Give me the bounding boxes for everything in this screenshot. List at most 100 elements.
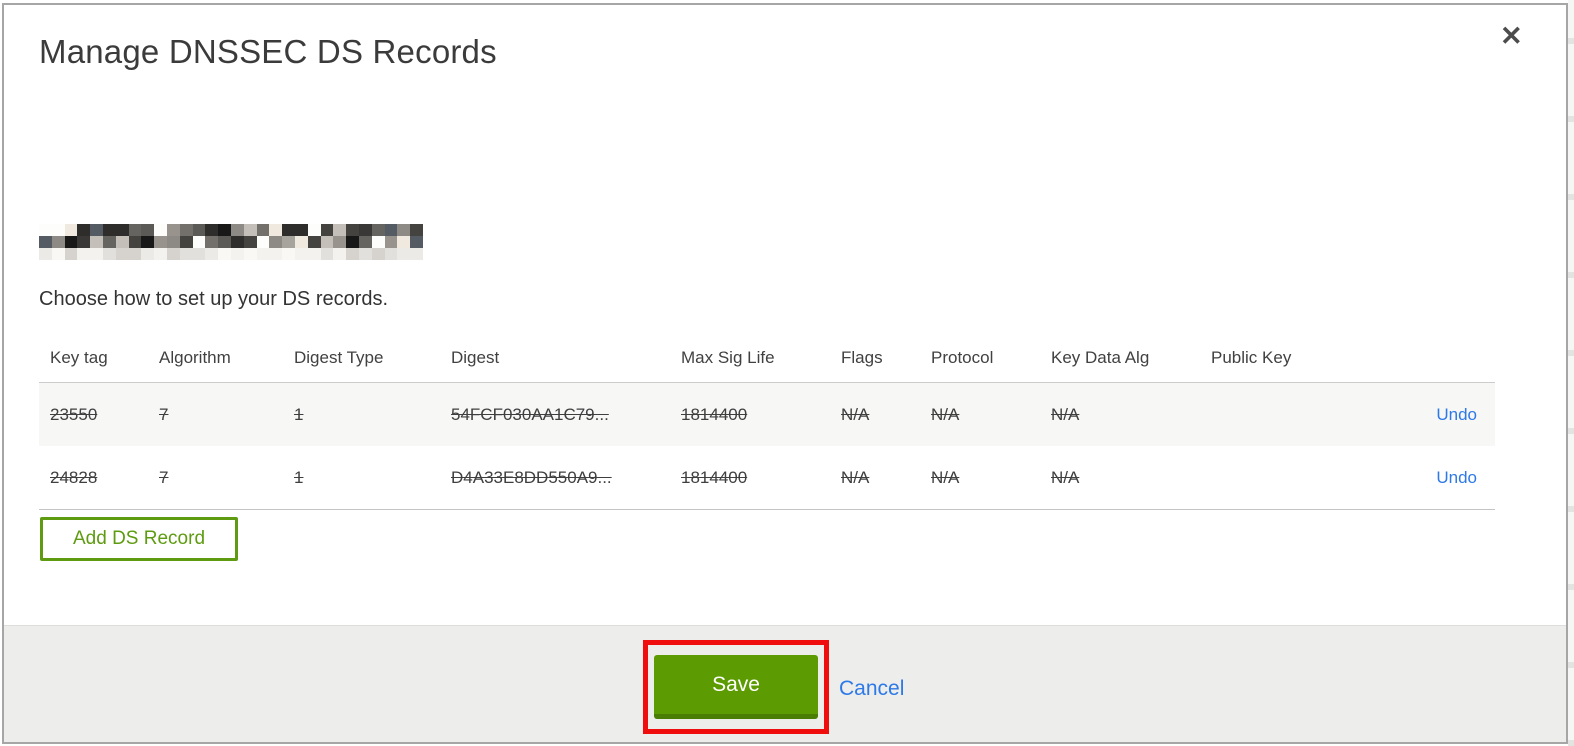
redaction-pixel [115, 248, 129, 260]
redaction-pixel [128, 224, 142, 236]
redaction-pixel [128, 236, 142, 248]
redaction-pixel [51, 236, 65, 248]
redaction-pixel [346, 224, 359, 236]
redaction-pixel [205, 248, 219, 260]
cell-protocol: N/A [931, 467, 960, 487]
redaction-pixel [167, 236, 180, 248]
redaction-pixel [154, 236, 167, 248]
redaction-pixel [141, 224, 155, 236]
redaction-pixel [141, 248, 155, 260]
cell-max-sig-life: 1814400 [681, 467, 748, 487]
redaction-pixel [192, 248, 206, 260]
redaction-pixel [295, 236, 308, 248]
cell-protocol: N/A [931, 404, 960, 424]
redaction-pixel [77, 224, 91, 236]
header-max-sig-life: Max Sig Life [681, 347, 775, 367]
redaction-pixel [371, 236, 385, 248]
save-highlight-annotation: Save [643, 640, 829, 734]
redaction-pixel [320, 224, 334, 236]
redaction-pixel [77, 236, 91, 248]
header-key-data-alg: Key Data Alg [1051, 347, 1150, 367]
redaction-pixel [77, 248, 91, 260]
header-public-key: Public Key [1211, 347, 1292, 367]
redaction-pixel [231, 236, 244, 248]
redaction-pixel [64, 248, 78, 260]
header-flags: Flags [841, 347, 883, 367]
redaction-pixel [320, 248, 334, 260]
cancel-link[interactable]: Cancel [839, 677, 904, 701]
cell-flags: N/A [841, 404, 870, 424]
cell-algorithm: 7 [159, 467, 169, 487]
redaction-pixel [218, 224, 231, 236]
redaction-pixel [307, 224, 321, 236]
cell-max-sig-life: 1814400 [681, 404, 748, 424]
redaction-pixel [282, 248, 295, 260]
redaction-pixel [103, 248, 116, 260]
redaction-pixel [90, 236, 103, 248]
redaction-pixel [51, 224, 65, 236]
redaction-pixel [90, 248, 103, 260]
redaction-pixel [231, 224, 244, 236]
redaction-pixel [371, 224, 385, 236]
redaction-pixel [205, 224, 219, 236]
close-icon[interactable]: ✕ [1500, 23, 1523, 50]
cell-key-data-alg: N/A [1051, 467, 1080, 487]
header-algorithm: Algorithm [159, 347, 231, 367]
redaction-pixel [295, 224, 308, 236]
modal-footer: Save Cancel [4, 625, 1566, 742]
cell-flags: N/A [841, 467, 870, 487]
redaction-pixel [295, 248, 308, 260]
redaction-pixel [397, 248, 411, 260]
redaction-pixel [397, 224, 411, 236]
redaction-pixel [359, 224, 372, 236]
ds-records-table: Key tag Algorithm Digest Type Digest Max… [39, 333, 1495, 510]
table-row: 24828 7 1 D4A33E8DD550A9... 1814400 N/A … [39, 446, 1495, 510]
redaction-pixel [282, 236, 295, 248]
redaction-pixel [64, 236, 78, 248]
redaction-pixel [167, 248, 180, 260]
redaction-pixel [333, 224, 347, 236]
background-page-sliver [1568, 0, 1574, 746]
redaction-pixel [243, 248, 257, 260]
cell-algorithm: 7 [159, 404, 169, 424]
redaction-pixel [256, 248, 270, 260]
redaction-pixel [307, 236, 321, 248]
redaction-pixel [90, 224, 103, 236]
redaction-pixel [103, 236, 116, 248]
redaction-pixel [333, 236, 347, 248]
cell-key-data-alg: N/A [1051, 404, 1080, 424]
redaction-pixel [179, 236, 193, 248]
table-header-row: Key tag Algorithm Digest Type Digest Max… [39, 333, 1495, 382]
undo-link[interactable]: Undo [1436, 405, 1477, 424]
redaction-pixel [307, 248, 321, 260]
cell-key-tag: 23550 [50, 404, 98, 424]
undo-link[interactable]: Undo [1436, 468, 1477, 487]
redaction-pixel [320, 236, 334, 248]
domain-name-redacted [39, 224, 423, 260]
redaction-pixel [39, 236, 52, 248]
redaction-pixel [243, 224, 257, 236]
redaction-pixel [218, 248, 231, 260]
add-ds-record-button[interactable]: Add DS Record [40, 517, 239, 561]
redaction-pixel [179, 224, 193, 236]
manage-dnssec-ds-records-dialog: Manage DNSSEC DS Records ✕ Choose how to… [2, 3, 1568, 744]
redaction-pixel [167, 224, 180, 236]
redaction-pixel [346, 236, 359, 248]
redaction-pixel [384, 248, 398, 260]
save-button[interactable]: Save [654, 655, 818, 719]
header-protocol: Protocol [931, 347, 994, 367]
redaction-pixel [179, 248, 193, 260]
redaction-pixel [269, 224, 283, 236]
redaction-pixel [269, 236, 283, 248]
redaction-pixel [154, 248, 167, 260]
cell-digest-type: 1 [294, 467, 304, 487]
redaction-pixel [333, 248, 347, 260]
redaction-pixel [256, 224, 270, 236]
redaction-pixel [128, 248, 142, 260]
intro-text: Choose how to set up your DS records. [39, 288, 389, 310]
redaction-pixel [115, 224, 129, 236]
redaction-pixel [410, 248, 423, 260]
redaction-pixel [192, 224, 206, 236]
header-key-tag: Key tag [50, 347, 108, 367]
header-digest-type: Digest Type [294, 347, 384, 367]
